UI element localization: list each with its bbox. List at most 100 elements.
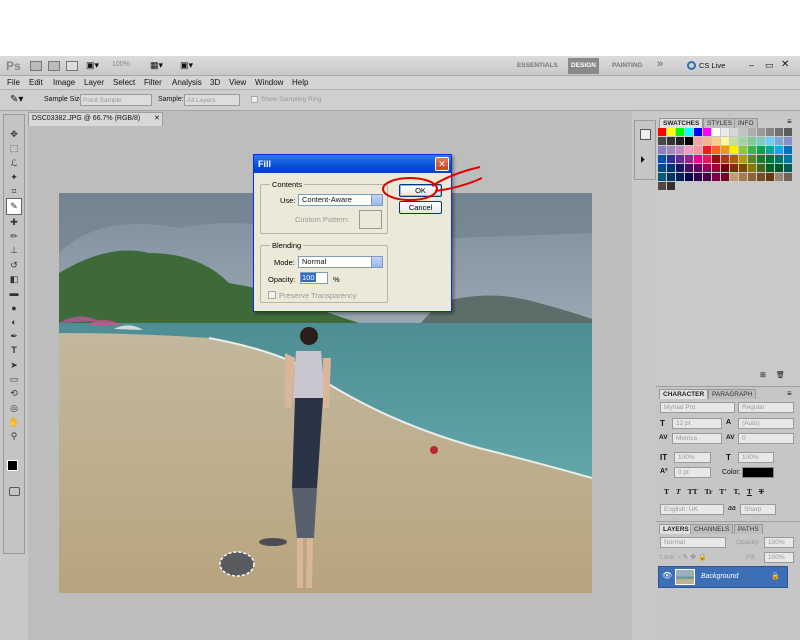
color-swatch[interactable] [712,128,720,136]
color-swatch[interactable] [703,173,711,181]
color-swatch[interactable] [658,137,666,145]
color-swatch[interactable] [730,155,738,163]
antialias-select[interactable]: Sharp [740,504,776,515]
leading-field[interactable]: (Auto) [738,418,794,429]
subscript-button[interactable]: T, [734,487,740,496]
color-swatch[interactable] [658,146,666,154]
healing-brush-icon[interactable]: ✚ [10,215,18,229]
crop-tool-icon[interactable]: ⌗ [11,184,16,198]
pen-tool-icon[interactable]: ✒ [10,329,18,343]
color-swatch[interactable] [784,173,792,181]
layer-visibility-eye-icon[interactable]: 👁 [662,571,672,580]
tab-paths[interactable]: PATHS [734,524,763,534]
brush-tool-icon[interactable]: ✏ [10,229,18,243]
minimize-icon[interactable]: – [749,60,754,70]
color-swatch[interactable] [712,164,720,172]
color-swatch[interactable] [757,155,765,163]
tab-channels[interactable]: CHANNELS [690,524,734,534]
color-swatch[interactable] [730,173,738,181]
color-swatch[interactable] [748,137,756,145]
dodge-tool-icon[interactable]: ◐ [11,315,16,329]
color-swatch[interactable] [685,146,693,154]
tab-layers[interactable]: LAYERS [659,524,693,534]
color-swatch[interactable] [721,155,729,163]
color-swatch[interactable] [739,146,747,154]
more-workspaces-icon[interactable]: » [657,58,663,70]
color-swatch[interactable] [775,128,783,136]
close-icon[interactable]: ✕ [781,59,789,70]
text-color-swatch[interactable] [742,467,774,478]
color-swatch[interactable] [721,173,729,181]
color-swatch[interactable] [775,164,783,172]
tab-info[interactable]: INFO [734,118,758,128]
color-swatch[interactable] [739,164,747,172]
opacity-field[interactable]: 100 [300,272,328,284]
superscript-button[interactable]: T' [719,487,726,496]
color-swatch[interactable] [685,164,693,172]
strikethrough-button[interactable]: T [759,487,764,496]
color-swatch[interactable] [784,137,792,145]
color-swatch[interactable] [712,146,720,154]
screen-mode-icon[interactable]: ▣▾ [180,60,193,71]
color-swatch[interactable] [730,164,738,172]
color-swatch[interactable] [658,155,666,163]
color-swatch[interactable] [676,128,684,136]
custom-pattern-picker[interactable] [359,210,382,229]
color-swatch[interactable] [784,128,792,136]
color-swatch[interactable] [694,146,702,154]
menu-layer[interactable]: Layer [84,78,104,87]
color-swatch[interactable] [748,164,756,172]
color-swatch[interactable] [703,146,711,154]
color-swatch[interactable] [703,137,711,145]
color-swatch[interactable] [766,164,774,172]
mode-select[interactable]: Normal [298,256,383,268]
hand-tool-icon[interactable]: ▣▾ [86,60,99,71]
layer-row[interactable]: 👁 Background 🔒 [658,566,788,588]
font-family-select[interactable]: Myriad Pro [660,402,735,413]
zoom-tool-icon[interactable]: ⚲ [11,429,18,443]
font-size-field[interactable]: 12 pt [672,418,722,429]
preserve-transparency-checkbox[interactable] [268,291,276,299]
color-swatch[interactable] [667,173,675,181]
menu-image[interactable]: Image [53,78,75,87]
color-swatch[interactable] [676,173,684,181]
3d-rotate-icon[interactable]: ⟲ [10,386,18,400]
gradient-tool-icon[interactable]: ▬ [10,286,19,300]
menu-select[interactable]: Select [113,78,135,87]
history-brush-icon[interactable]: ↺ [10,258,18,272]
color-swatch[interactable] [658,182,666,190]
color-swatch[interactable] [748,173,756,181]
eyedropper-preset-icon[interactable]: ✎▾ [10,94,23,105]
move-tool-icon[interactable]: ✥ [10,127,18,141]
font-style-select[interactable]: Regular [738,402,794,413]
sampling-ring-checkbox[interactable] [251,96,258,103]
sample-size-select[interactable]: Point Sample [80,94,152,106]
color-swatch[interactable] [658,128,666,136]
bridge-icon[interactable] [30,61,42,71]
marquee-tool-icon[interactable]: ⬚ [10,141,19,155]
blend-mode-select[interactable]: Normal [660,537,726,548]
color-swatch[interactable] [757,146,765,154]
color-swatch[interactable] [748,128,756,136]
workspace-painting[interactable]: PAINTING [612,62,643,69]
color-swatch[interactable] [730,137,738,145]
arrange-documents-icon[interactable]: ▦▾ [150,60,163,71]
color-swatch[interactable] [676,164,684,172]
color-swatch[interactable] [667,164,675,172]
color-swatch[interactable] [676,137,684,145]
color-swatch[interactable] [757,137,765,145]
color-swatch[interactable] [739,173,747,181]
swatch-grid[interactable] [658,128,796,190]
color-swatch[interactable] [721,164,729,172]
color-swatch[interactable] [748,155,756,163]
color-swatch[interactable] [739,155,747,163]
color-swatch[interactable] [721,146,729,154]
color-swatch[interactable] [676,155,684,163]
color-swatch[interactable] [766,137,774,145]
tab-paragraph[interactable]: PARAGRAPH [708,389,757,399]
color-swatch[interactable] [766,128,774,136]
eyedropper-tool-icon[interactable]: ✎ [6,198,22,215]
color-swatch[interactable] [658,164,666,172]
tab-styles[interactable]: STYLES [703,118,736,128]
character-panel-menu-icon[interactable]: ≡ [787,389,792,398]
